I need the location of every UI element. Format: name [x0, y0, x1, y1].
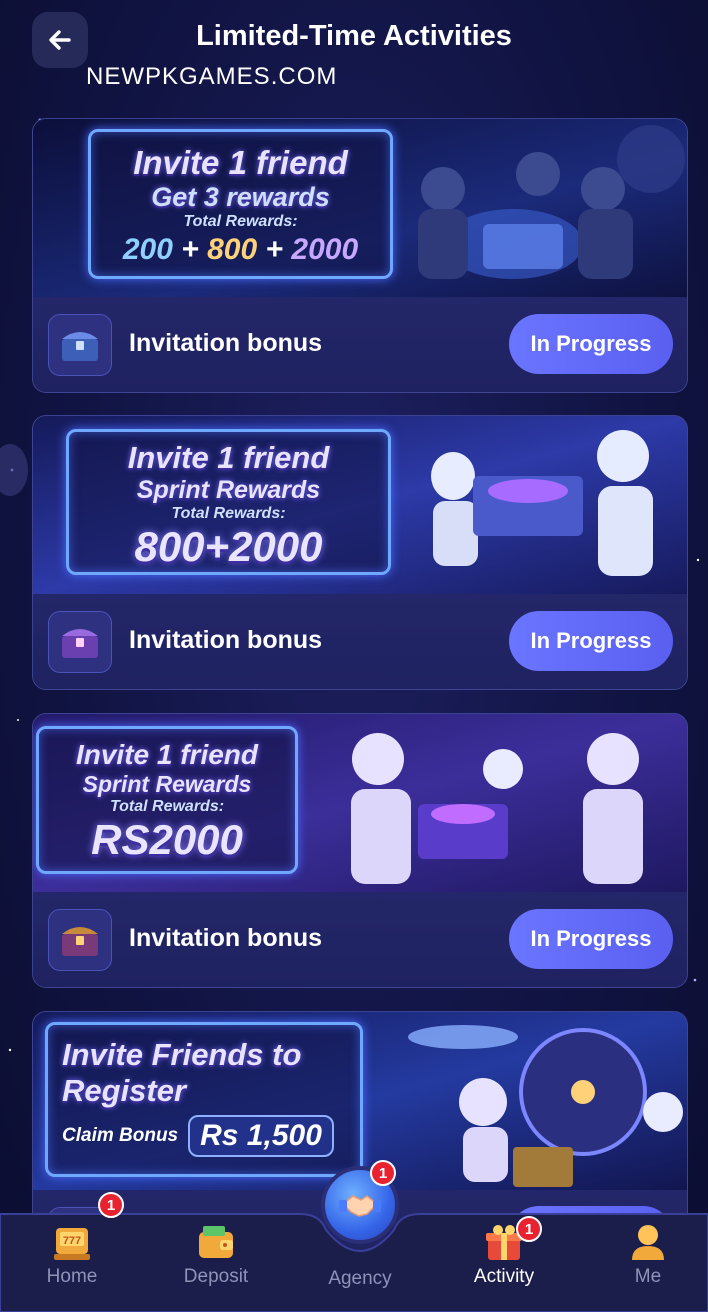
user-icon [632, 1225, 664, 1260]
notification-badge: 1 [98, 1192, 124, 1218]
amount-a: 200 [122, 233, 173, 266]
site-name: NEWPKGAMES.COM [86, 63, 338, 90]
activity-banner[interactable]: Invite 1 friend Sprint Rewards Total Rew… [33, 416, 687, 594]
banner-line1: Invite 1 friend [127, 440, 330, 475]
card-footer: Invitation bonus In Progress [33, 297, 687, 392]
in-progress-button[interactable]: In Progress [509, 314, 673, 374]
plus-a: + [181, 233, 199, 266]
treasure-chest-icon [48, 314, 112, 376]
tab-label: Agency [328, 1268, 392, 1289]
card-footer: Invitation bonus In Progress [33, 892, 687, 987]
plus-b: + [265, 233, 284, 266]
amount-c: 2000 [291, 233, 359, 266]
banner-line1: Invite 1 friend [133, 144, 348, 181]
activity-card[interactable]: Invite 1 friend Sprint Rewards Total Rew… [32, 713, 688, 988]
banner-frame: Invite Friends to Register Claim Bonus R… [45, 1022, 363, 1177]
tab-me[interactable]: Me [598, 1212, 698, 1312]
card-title: Invitation bonus [129, 329, 323, 357]
wallet-icon [199, 1226, 233, 1258]
treasure-chest-icon [48, 611, 112, 673]
page-title: Limited-Time Activities [196, 20, 512, 52]
activity-card[interactable]: Invite 1 friend Get 3 rewards Total Rewa… [32, 118, 688, 393]
header: Limited-Time Activities NEWPKGAMES.COM [0, 0, 708, 100]
banner-line1: Invite Friends to [62, 1037, 302, 1072]
activity-banner[interactable]: Invite 1 friend Sprint Rewards Total Rew… [33, 714, 687, 892]
banner-line2: Sprint Rewards [82, 771, 252, 797]
activity-banner[interactable]: Invite Friends to Register Claim Bonus R… [33, 1012, 687, 1190]
activity-card[interactable]: Invite 1 friend Sprint Rewards Total Rew… [32, 415, 688, 690]
banner-line2: Register [62, 1073, 187, 1108]
banner-frame: Invite 1 friend Sprint Rewards Total Rew… [36, 726, 298, 874]
card-title: Invitation bonus [129, 924, 323, 952]
banner-line3: Total Rewards: [171, 505, 286, 522]
tab-label: Home [46, 1266, 98, 1287]
card-title: Invitation bonus [129, 626, 323, 654]
bottom-tab-bar: 777 Home 1 Deposit 1 Agency Activity 1 M… [0, 1160, 708, 1312]
notification-badge: 1 [516, 1216, 542, 1242]
banner-amount: RS2000 [91, 816, 243, 863]
notification-badge: 1 [370, 1160, 396, 1186]
amount-b: 800 [207, 233, 258, 266]
tab-label: Me [634, 1266, 662, 1287]
tab-label: Activity [473, 1266, 535, 1287]
tab-deposit[interactable]: Deposit [166, 1212, 266, 1312]
banner-line2: Sprint Rewards [136, 476, 321, 504]
home-icon: 777 [54, 1228, 90, 1260]
banner-line1: Invite 1 friend [75, 739, 259, 770]
banner-line2: Get 3 rewards [151, 182, 330, 212]
activity-banner[interactable]: Invite 1 friend Get 3 rewards Total Rewa… [33, 119, 687, 297]
card-footer: Invitation bonus In Progress [33, 594, 687, 689]
tab-activity[interactable]: Activity 1 [454, 1212, 554, 1312]
banner-bonus-row: Claim Bonus Rs 1,500 [48, 1115, 360, 1157]
banner-frame: Invite 1 friend Sprint Rewards Total Rew… [66, 429, 391, 575]
tab-home[interactable]: 777 Home 1 [22, 1192, 124, 1312]
banner-amount: 800+2000 [134, 523, 323, 570]
banner-line3: Claim Bonus [62, 1125, 179, 1146]
treasure-chest-icon [48, 909, 112, 971]
banner-amounts: 200 + 800 + 2000 [91, 233, 390, 267]
tab-label: Deposit [183, 1266, 249, 1287]
handshake-icon [339, 1195, 381, 1217]
banner-line3: Total Rewards: [109, 798, 225, 815]
banner-frame: Invite 1 friend Get 3 rewards Total Rewa… [88, 129, 393, 279]
banner-line3: Total Rewards: [183, 213, 298, 230]
in-progress-button[interactable]: In Progress [509, 909, 673, 969]
banner-amount: Rs 1,500 [188, 1115, 334, 1157]
tab-agency[interactable]: 1 Agency [310, 1160, 410, 1312]
in-progress-button[interactable]: In Progress [509, 611, 673, 671]
svg-text:777: 777 [63, 1235, 81, 1247]
